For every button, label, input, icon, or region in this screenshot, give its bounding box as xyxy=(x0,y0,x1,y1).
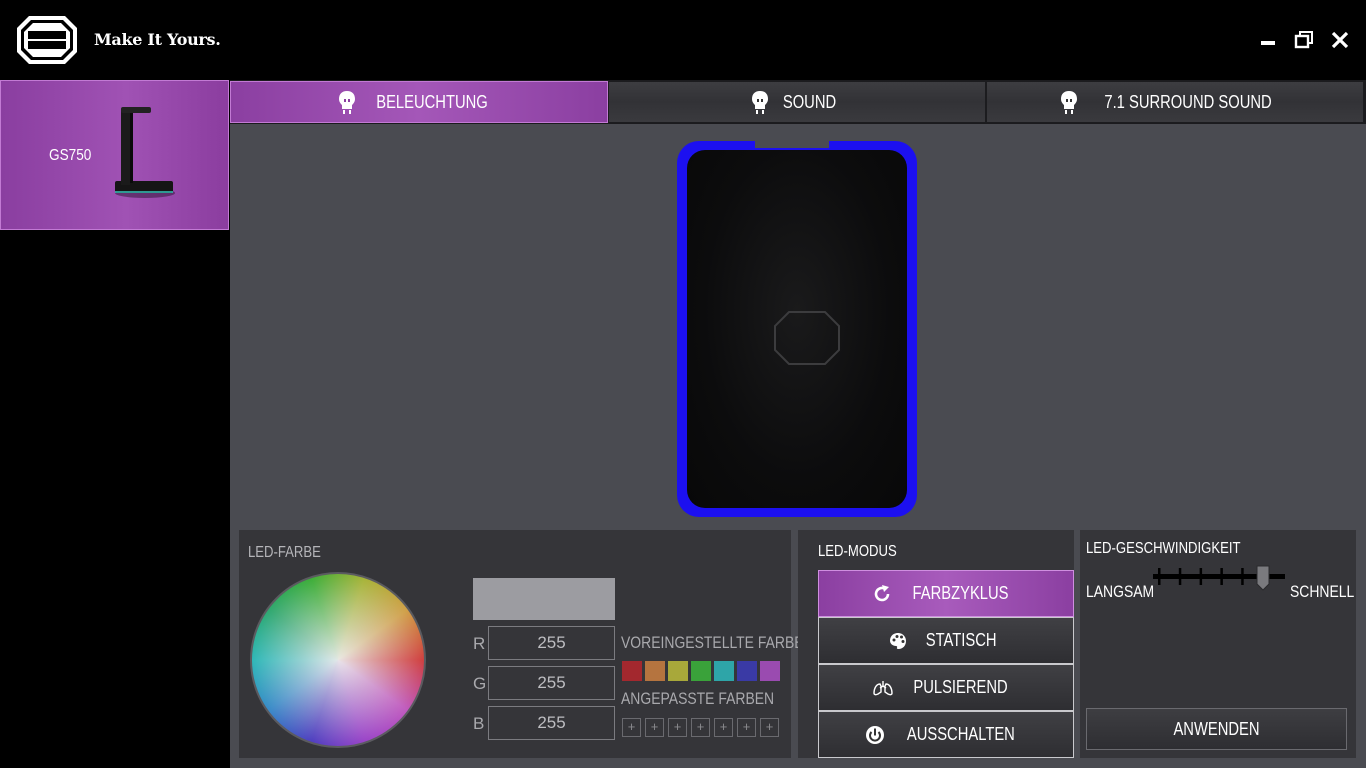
preset-color-swatch[interactable] xyxy=(737,661,757,681)
slider-tick xyxy=(1241,568,1244,585)
refresh-icon xyxy=(875,584,890,601)
green-input[interactable] xyxy=(488,666,615,700)
bulb-icon xyxy=(338,91,355,114)
mode-off-button[interactable]: AUSSCHALTEN xyxy=(818,711,1074,758)
led-mode-panel: LED-MODUS FARBZYKLUS STATISCH PULSIEREND xyxy=(798,530,1074,758)
preview-surface xyxy=(687,150,907,508)
tab-label: SOUND xyxy=(783,91,837,112)
custom-color-slot[interactable]: + xyxy=(760,718,779,737)
preset-colors-label: VOREINGESTELLTE FARBEN xyxy=(621,633,814,652)
color-wheel[interactable] xyxy=(250,572,426,748)
blue-input[interactable] xyxy=(488,706,615,740)
close-button[interactable] xyxy=(1330,30,1350,50)
custom-color-slot[interactable]: + xyxy=(645,718,664,737)
tab-beleuchtung[interactable]: BELEUCHTUNG xyxy=(230,81,608,123)
preset-color-swatch[interactable] xyxy=(760,661,780,681)
r-label: R xyxy=(473,634,486,653)
apply-label: ANWENDEN xyxy=(1173,718,1260,739)
g-label: G xyxy=(473,674,487,693)
slider-tick xyxy=(1178,568,1182,585)
slider-tick xyxy=(1199,568,1203,585)
cooler-master-emblem-icon xyxy=(774,311,840,365)
current-color-swatch xyxy=(473,578,615,620)
slider-thumb[interactable] xyxy=(1256,565,1270,591)
bulb-icon xyxy=(752,91,769,114)
led-mode-title: LED-MODUS xyxy=(818,543,897,560)
power-icon xyxy=(866,725,885,744)
mode-pulsing-button[interactable]: PULSIEREND xyxy=(818,664,1074,711)
main-panel: BELEUCHTUNG SOUND 7.1 SURROUND SOUND LED… xyxy=(230,80,1366,768)
preset-color-swatch[interactable] xyxy=(668,661,688,681)
restore-button[interactable] xyxy=(1294,30,1314,50)
mode-label: PULSIEREND xyxy=(913,677,1009,697)
bulb-icon xyxy=(1060,91,1077,114)
preset-color-swatch[interactable] xyxy=(714,661,734,681)
mode-label: STATISCH xyxy=(925,630,997,650)
speed-fast-label: SCHNELL xyxy=(1290,582,1355,601)
minimize-button[interactable] xyxy=(1258,30,1278,50)
custom-color-slot[interactable]: + xyxy=(714,718,733,737)
apply-button[interactable]: ANWENDEN xyxy=(1086,708,1347,750)
lungs-icon xyxy=(873,680,894,695)
led-speed-title: LED-GESCHWINDIGKEIT xyxy=(1086,540,1241,557)
slider-tick xyxy=(1158,568,1161,585)
custom-color-slot[interactable]: + xyxy=(691,718,710,737)
preset-color-swatch[interactable] xyxy=(691,661,711,681)
preset-color-swatch[interactable] xyxy=(622,661,642,681)
tab-bar: BELEUCHTUNG SOUND 7.1 SURROUND SOUND xyxy=(230,80,1366,124)
tab-label: BELEUCHTUNG xyxy=(376,91,488,112)
restore-icon xyxy=(1294,31,1313,49)
slider-tick xyxy=(1220,568,1223,585)
led-color-panel: LED-FARBE R G B VOREINGESTELLTE FARBEN A… xyxy=(239,530,814,758)
speed-slow-label: LANGSAM xyxy=(1086,582,1155,601)
custom-color-slot[interactable]: + xyxy=(622,718,641,737)
palette-icon xyxy=(889,632,906,649)
custom-color-slot[interactable]: + xyxy=(737,718,756,737)
device-tile-gs750[interactable]: GS750 xyxy=(0,80,229,230)
custom-color-slot[interactable]: + xyxy=(668,718,687,737)
led-color-title: LED-FARBE xyxy=(248,544,321,561)
headset-stand-image xyxy=(115,107,175,198)
tab-sound[interactable]: SOUND xyxy=(608,81,986,123)
mode-color-cycle-button[interactable]: FARBZYKLUS xyxy=(818,570,1074,617)
device-name: GS750 xyxy=(49,147,92,164)
minimize-icon xyxy=(1261,41,1275,45)
cooler-master-logo xyxy=(15,14,79,66)
device-preview xyxy=(677,141,917,517)
slogan: Make It Yours. xyxy=(94,30,221,49)
custom-colors-label: ANGEPASSTE FARBEN xyxy=(621,689,775,708)
tab-surround-sound[interactable]: 7.1 SURROUND SOUND xyxy=(986,81,1364,123)
mode-label: FARBZYKLUS xyxy=(913,583,1009,603)
mode-label: AUSSCHALTEN xyxy=(906,724,1015,744)
device-sidebar: GS750 xyxy=(0,80,230,768)
tab-label: 7.1 SURROUND SOUND xyxy=(1104,91,1272,112)
red-input[interactable] xyxy=(488,626,615,660)
led-speed-panel: LED-GESCHWINDIGKEIT LANGSAM SCHNELL ANWE… xyxy=(1080,530,1356,758)
title-bar: Make It Yours. xyxy=(0,0,1366,80)
preset-color-swatch[interactable] xyxy=(645,661,665,681)
speed-slider[interactable] xyxy=(1153,564,1285,594)
close-icon xyxy=(1331,31,1349,49)
b-label: B xyxy=(473,714,485,733)
preview-notch xyxy=(755,141,829,148)
mode-static-button[interactable]: STATISCH xyxy=(818,617,1074,664)
